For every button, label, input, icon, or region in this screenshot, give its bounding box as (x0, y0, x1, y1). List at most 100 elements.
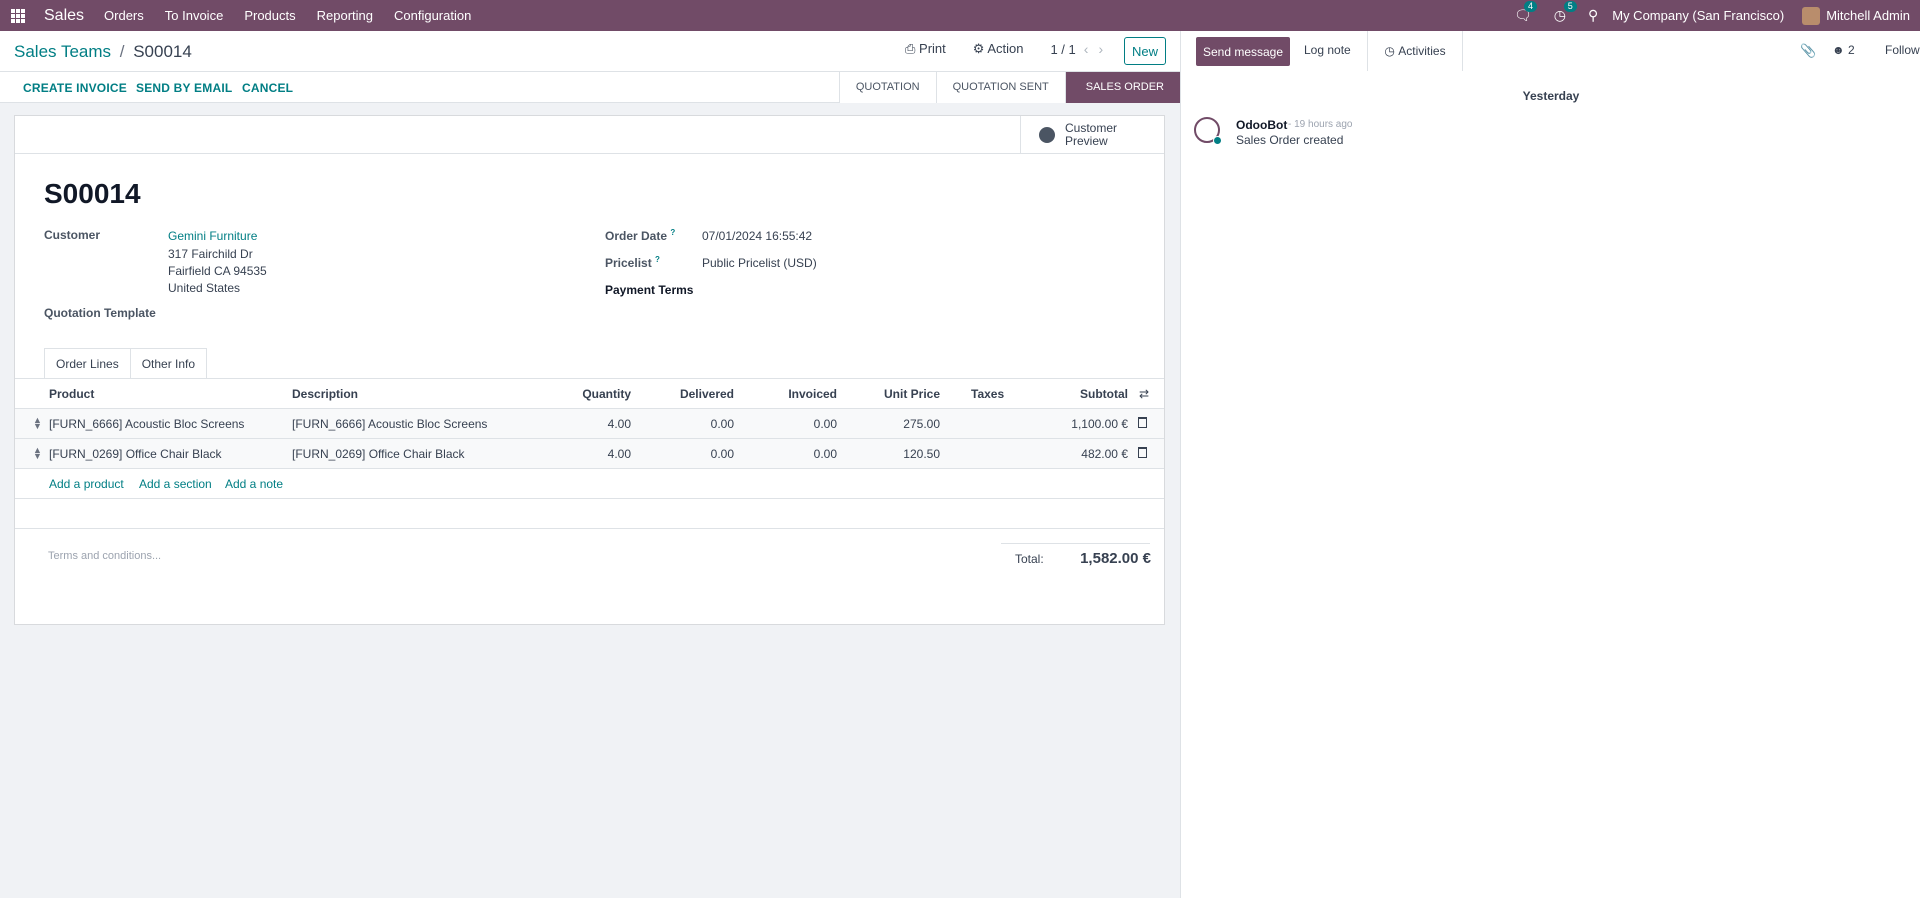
breadcrumb-sales-teams[interactable]: Sales Teams (14, 42, 111, 61)
total-divider (1001, 543, 1150, 544)
row-description[interactable]: [FURN_0269] Office Chair Black (292, 447, 465, 461)
gear-icon: ⚙ (972, 41, 985, 56)
message-author[interactable]: OdooBot (1236, 118, 1287, 132)
activities-clock-icon[interactable]: ◷ 5 (1554, 1, 1577, 24)
log-note-button[interactable]: Log note (1304, 43, 1351, 57)
col-delivered[interactable]: Delivered (625, 387, 734, 401)
order-date-label: Order Date ? (605, 228, 675, 243)
notebook-tabs: Order Lines Other Info (44, 348, 208, 378)
row-quantity[interactable]: 4.00 (515, 417, 631, 431)
stage-sales-order[interactable]: SALES ORDER (1064, 72, 1180, 103)
stage-quotation-sent[interactable]: QUOTATION SENT (935, 72, 1065, 103)
follow-button[interactable]: Follow (1885, 43, 1920, 57)
clock-icon: ◷ (1384, 44, 1399, 58)
message-body: Sales Order created (1236, 133, 1344, 147)
messages-icon[interactable]: 🗨 4 (1514, 1, 1537, 24)
menu-to-invoice[interactable]: To Invoice (165, 8, 224, 23)
row-description[interactable]: [FURN_6666] Acoustic Bloc Screens (292, 417, 487, 431)
table-row[interactable]: ▲ ▼ [FURN_6666] Acoustic Bloc Screens [FU… (15, 409, 1164, 439)
new-button[interactable]: New (1124, 37, 1166, 65)
form-view: Sales Teams / S00014 ⎙ Print ⚙ Action 1 … (0, 31, 1180, 898)
row-invoiced[interactable]: 0.00 (745, 417, 837, 431)
add-product-link[interactable]: Add a product (49, 477, 124, 491)
address-line-3: United States (168, 281, 241, 295)
activities-button[interactable]: ◷ Activities (1367, 31, 1463, 71)
pricelist-field[interactable]: Public Pricelist (USD) (702, 256, 817, 270)
menu-reporting[interactable]: Reporting (317, 8, 373, 23)
row-quantity[interactable]: 4.00 (515, 447, 631, 461)
row-product[interactable]: [FURN_6666] Acoustic Bloc Screens (49, 417, 244, 431)
col-quantity[interactable]: Quantity (515, 387, 631, 401)
pricelist-label: Pricelist ? (605, 255, 660, 270)
company-switcher[interactable]: My Company (San Francisco) (1612, 8, 1784, 23)
chatter-topbar: Send message Log note ◷ Activities 📎 ☻ 2… (1181, 31, 1920, 71)
date-separator: Yesterday (1522, 89, 1580, 103)
tab-order-lines[interactable]: Order Lines (44, 348, 131, 378)
send-message-button[interactable]: Send message (1196, 37, 1290, 66)
order-date-help-icon[interactable]: ? (670, 228, 675, 237)
customer-preview-button[interactable]: Customer Preview (1020, 116, 1164, 154)
col-description[interactable]: Description (292, 387, 358, 401)
col-taxes[interactable]: Taxes (971, 387, 1004, 401)
pager-value[interactable]: 1 / 1 (1050, 42, 1075, 57)
row-unit-price[interactable]: 275.00 (845, 417, 940, 431)
print-button[interactable]: ⎙ Print (905, 41, 946, 57)
user-avatar[interactable] (1802, 6, 1821, 25)
order-lines-header: Product Description Quantity Delivered I… (15, 379, 1164, 409)
search-icon[interactable]: ⚲ (1588, 7, 1598, 24)
send-by-email-button[interactable]: SEND BY EMAIL (136, 81, 232, 95)
menu-configuration[interactable]: Configuration (394, 8, 471, 23)
row-delivered[interactable]: 0.00 (625, 417, 734, 431)
col-product[interactable]: Product (49, 387, 94, 401)
address-line-2: Fairfield CA 94535 (168, 264, 267, 278)
user-menu[interactable]: Mitchell Admin (1826, 8, 1910, 23)
menu-orders[interactable]: Orders (104, 8, 144, 23)
create-invoice-button[interactable]: CREATE INVOICE (23, 81, 127, 95)
total-label: Total: (1015, 552, 1044, 566)
app-name[interactable]: Sales (44, 7, 84, 25)
cancel-button[interactable]: CANCEL (242, 81, 293, 95)
row-subtotal: 1,100.00 € (1071, 417, 1128, 431)
quotation-template-label: Quotation Template (44, 306, 156, 320)
pager-previous-icon[interactable]: ‹ (1084, 41, 1089, 57)
menu-products[interactable]: Products (244, 8, 295, 23)
terms-input[interactable]: Terms and conditions... (48, 550, 161, 562)
status-bar: CREATE INVOICE SEND BY EMAIL CANCEL QUOT… (0, 72, 1180, 103)
pager-next-icon[interactable]: › (1098, 41, 1103, 57)
messages-badge: 4 (1523, 1, 1537, 12)
address-line-1: 317 Fairchild Dr (168, 247, 253, 261)
drag-handle-icon[interactable]: ▲ ▼ (33, 416, 42, 431)
trash-icon[interactable] (1138, 447, 1147, 458)
chatter-panel: Send message Log note ◷ Activities 📎 ☻ 2… (1180, 31, 1920, 898)
customer-label: Customer (44, 228, 101, 242)
customer-link[interactable]: Gemini Furniture (168, 229, 257, 243)
action-label: Action (987, 41, 1024, 56)
action-button[interactable]: ⚙ Action (973, 41, 1024, 57)
table-row[interactable]: ▲ ▼ [FURN_0269] Office Chair Black [FURN_… (15, 439, 1164, 469)
pricelist-label-text: Pricelist (605, 256, 652, 270)
apps-menu-icon[interactable] (11, 8, 25, 23)
heart-icon (1213, 136, 1222, 145)
drag-handle-icon[interactable]: ▲ ▼ (33, 446, 42, 461)
col-unit-price[interactable]: Unit Price (845, 387, 940, 401)
col-subtotal[interactable]: Subtotal (1015, 387, 1128, 401)
payment-terms-label: Payment Terms (605, 283, 694, 297)
stage-quotation[interactable]: QUOTATION (838, 72, 936, 103)
add-section-link[interactable]: Add a section (139, 477, 212, 491)
tab-other-info[interactable]: Other Info (129, 348, 208, 378)
breadcrumb: Sales Teams / S00014 (14, 42, 192, 62)
add-note-link[interactable]: Add a note (225, 477, 283, 491)
message-time: - 19 hours ago (1288, 119, 1353, 130)
pricelist-help-icon[interactable]: ? (655, 255, 660, 264)
trash-icon[interactable] (1138, 417, 1147, 428)
row-delivered[interactable]: 0.00 (625, 447, 734, 461)
customer-preview-label: Customer Preview (1065, 121, 1118, 148)
row-product[interactable]: [FURN_0269] Office Chair Black (49, 447, 222, 461)
paperclip-icon[interactable]: 📎 (1800, 43, 1816, 59)
row-unit-price[interactable]: 120.50 (845, 447, 940, 461)
col-invoiced[interactable]: Invoiced (745, 387, 837, 401)
row-invoiced[interactable]: 0.00 (745, 447, 837, 461)
followers-button[interactable]: ☻ 2 (1832, 43, 1855, 57)
optional-columns-icon[interactable]: ⇄ (1139, 387, 1149, 401)
order-date-field[interactable]: 07/01/2024 16:55:42 (702, 229, 812, 243)
